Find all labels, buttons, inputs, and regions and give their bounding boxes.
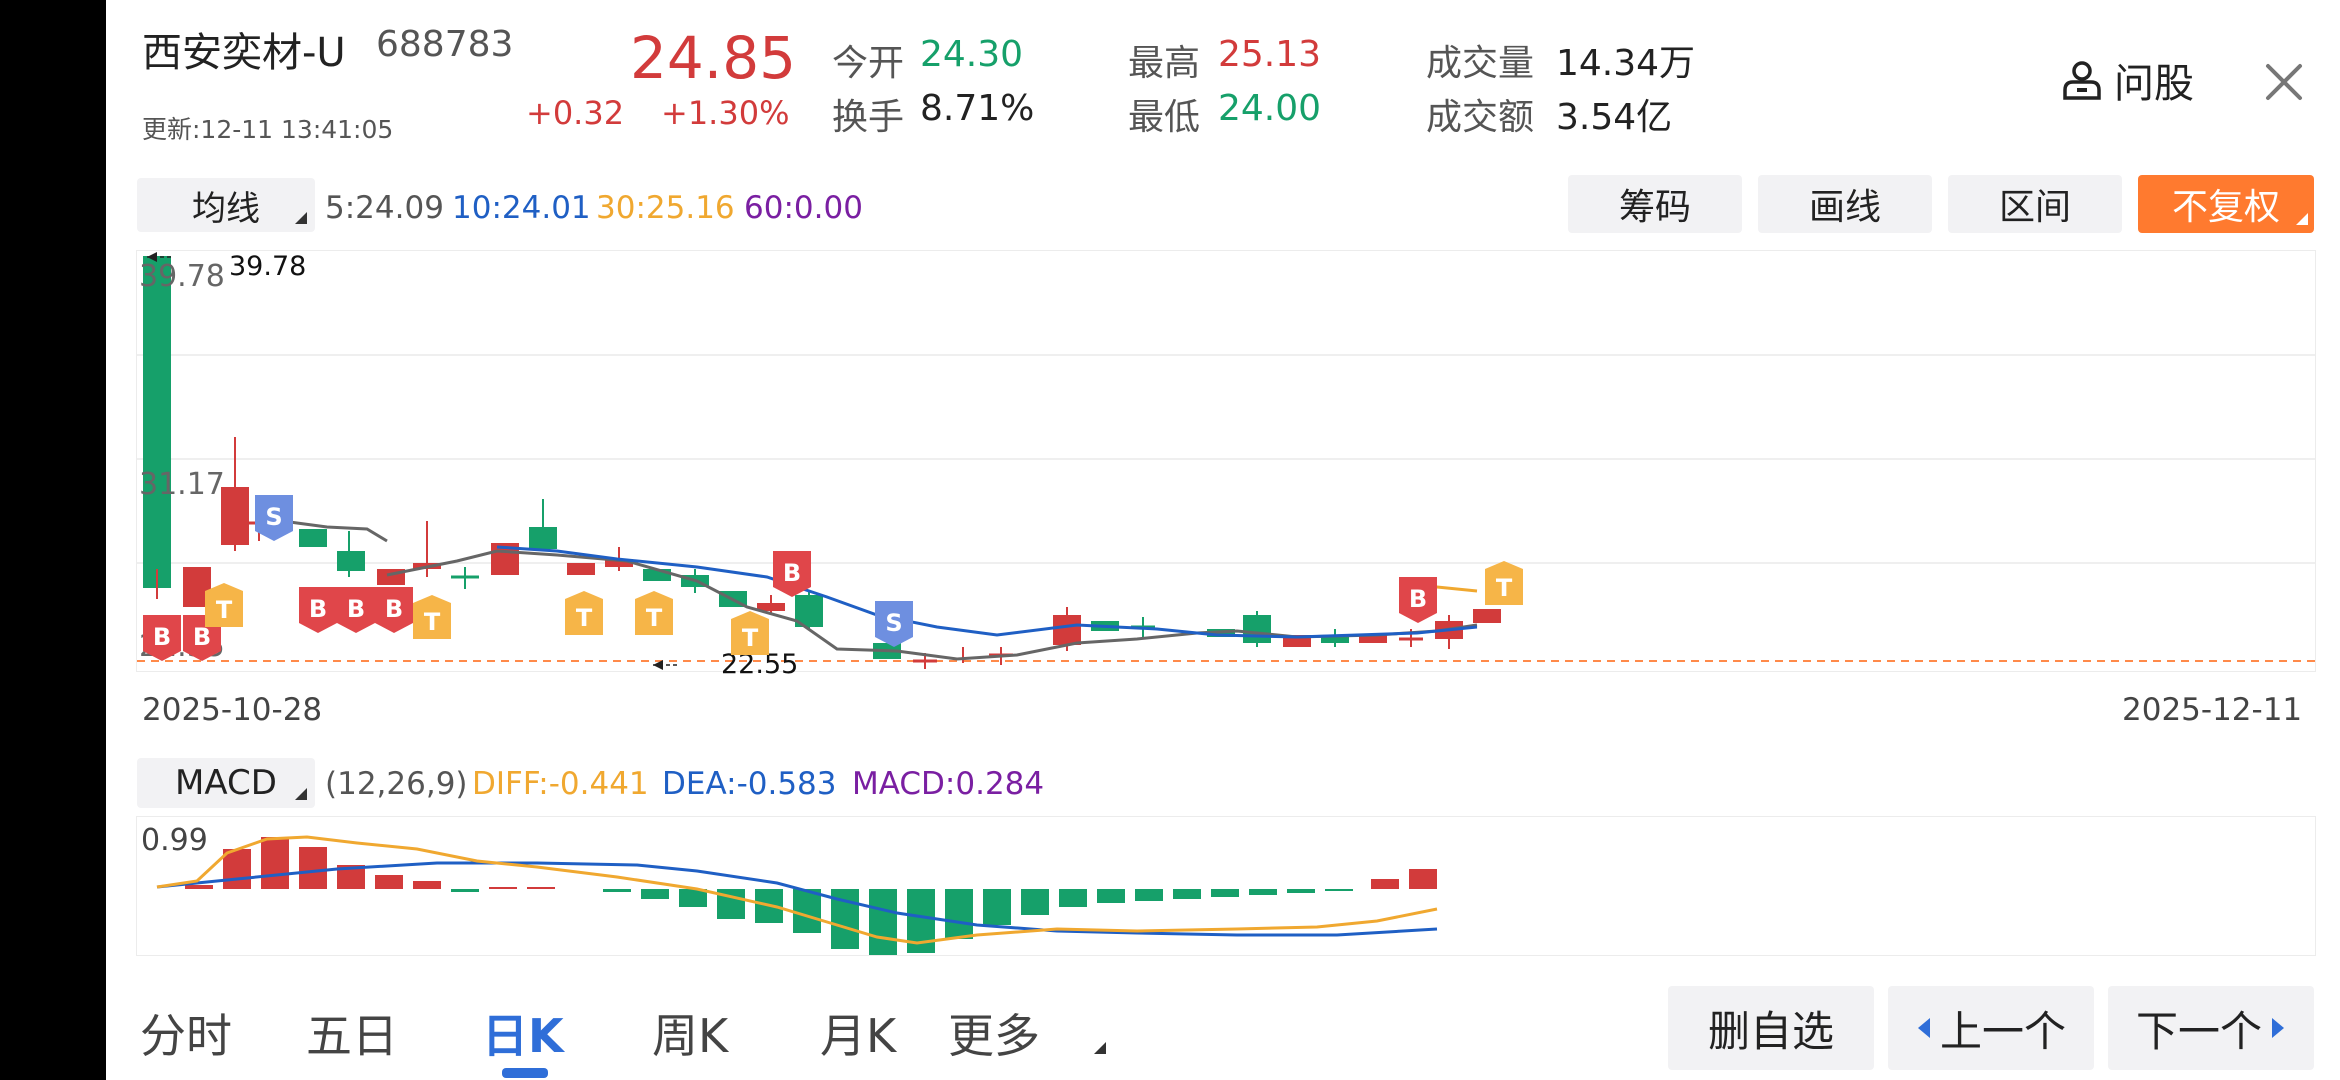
high-value: 25.13 [1218, 34, 1322, 75]
tab-intraday[interactable]: 分时 [140, 1000, 232, 1066]
macd-axis-top: 0.99 [141, 823, 208, 858]
kline-axis-top: 39.78 [139, 259, 225, 294]
adjust-selector[interactable]: 不复权 [2138, 175, 2314, 233]
svg-text:B: B [309, 595, 327, 623]
turnover-label: 换手 [832, 97, 905, 138]
caret-left-icon [1917, 1018, 1930, 1038]
draw-line-button[interactable]: 画线 [1758, 175, 1932, 233]
delete-watchlist-button[interactable]: 删自选 [1668, 986, 1874, 1070]
prev-stock-label: 上一个 [1939, 1006, 2066, 1056]
price-change-pct: +1.30% [661, 94, 790, 132]
trade-marker-b[interactable]: B [143, 615, 181, 661]
stock-code: 688783 [376, 24, 514, 65]
trade-marker-t[interactable]: T [205, 583, 243, 629]
svg-text:B: B [783, 559, 801, 587]
chips-button[interactable]: 筹码 [1568, 175, 1742, 233]
svg-text:T: T [742, 624, 759, 652]
svg-text:T: T [1496, 574, 1513, 602]
svg-text:T: T [576, 604, 593, 632]
active-tab-indicator [502, 1068, 548, 1078]
dropdown-corner-icon [295, 788, 307, 800]
macd-canvas [156, 835, 1438, 955]
macd-bars [185, 837, 1437, 955]
dropdown-corner-icon [1094, 1042, 1106, 1054]
dropdown-corner-icon [2296, 213, 2308, 225]
trade-marker-t[interactable]: T [1485, 561, 1523, 607]
range-button[interactable]: 区间 [1948, 175, 2122, 233]
adjust-selector-label: 不复权 [2171, 187, 2280, 228]
trade-marker-b[interactable]: B [375, 587, 413, 633]
kline-axis-mid: 31.17 [139, 467, 225, 502]
svg-text:T: T [424, 608, 441, 636]
update-time: 更新:12-11 13:41:05 [142, 115, 394, 144]
stock-detail-screen: 西安奕材-U 688783 更新:12-11 13:41:05 24.85 +0… [106, 0, 2340, 1080]
ma30-value: 30:25.16 [596, 190, 735, 226]
macd-params: (12,26,9) [325, 766, 468, 802]
high-label: 最高 [1128, 43, 1201, 84]
ma60-value: 60:0.00 [744, 190, 863, 226]
trade-marker-t[interactable]: T [731, 611, 769, 657]
trade-marker-b[interactable]: B [773, 551, 811, 597]
ma-selector[interactable]: 均线 [137, 178, 315, 232]
volume-label: 成交量 [1426, 43, 1535, 84]
trade-marker-b[interactable]: B [299, 587, 337, 633]
tab-more[interactable]: 更多 [948, 1000, 1106, 1066]
dropdown-corner-icon [295, 212, 307, 224]
svg-text:T: T [216, 596, 233, 624]
tab-daily-k[interactable]: 日K [482, 1000, 564, 1066]
svg-text:B: B [1409, 585, 1427, 613]
ma5-line [386, 549, 1478, 661]
low-value: 24.00 [1218, 88, 1322, 129]
next-stock-label: 下一个 [2135, 1006, 2262, 1056]
turnover-value: 8.71% [920, 88, 1035, 129]
trade-marker-s[interactable]: S [875, 601, 913, 647]
low-label: 最低 [1128, 97, 1201, 138]
prev-stock-button[interactable]: 上一个 [1888, 986, 2094, 1070]
svg-text:S: S [265, 503, 282, 531]
macd-selector[interactable]: MACD [137, 758, 315, 808]
kline-start-date: 2025-10-28 [142, 692, 323, 728]
trade-marker-t[interactable]: T [565, 591, 603, 637]
macd-dea: DEA:-0.583 [662, 766, 837, 802]
trade-marker-b[interactable]: B [337, 587, 375, 633]
ma5-value: 5:24.09 [325, 190, 444, 226]
macd-selector-label: MACD [175, 763, 277, 803]
trade-marker-s[interactable]: S [255, 495, 293, 541]
trade-marker-t[interactable]: T [635, 591, 673, 637]
tab-weekly-k[interactable]: 周K [652, 1000, 728, 1066]
amount-label: 成交额 [1426, 97, 1535, 138]
price-change: +0.32 [526, 94, 625, 132]
person-icon [2063, 61, 2101, 100]
close-icon[interactable] [2262, 60, 2306, 104]
kline-high-label: 39.78 [229, 251, 307, 282]
svg-text:B: B [153, 623, 171, 651]
open-value: 24.30 [920, 34, 1024, 75]
ask-stock-button[interactable]: 问股 [2060, 56, 2194, 107]
current-price: 24.85 [630, 24, 797, 92]
volume-value: 14.34万 [1556, 43, 1696, 84]
tab-more-label: 更多 [948, 1009, 1040, 1063]
ask-stock-label: 问股 [2114, 61, 2194, 107]
kline-canvas [137, 252, 2315, 670]
kline-end-date: 2025-12-11 [2122, 692, 2303, 728]
macd-diff: DIFF:-0.441 [472, 766, 649, 802]
macd-value: MACD:0.284 [852, 766, 1045, 802]
svg-text:B: B [347, 595, 365, 623]
ma10-value: 10:24.01 [452, 190, 591, 226]
svg-text:T: T [646, 604, 663, 632]
trade-marker-b[interactable]: B [1399, 577, 1437, 623]
stock-name: 西安奕材-U [142, 30, 346, 76]
svg-text:S: S [885, 609, 902, 637]
svg-text:B: B [385, 595, 403, 623]
tab-five-day[interactable]: 五日 [306, 1000, 398, 1066]
tab-monthly-k[interactable]: 月K [820, 1000, 896, 1066]
macd-chart[interactable]: 0.99 [136, 816, 2316, 956]
next-stock-button[interactable]: 下一个 [2108, 986, 2314, 1070]
ma-selector-label: 均线 [192, 188, 260, 229]
trade-marker-t[interactable]: T [413, 595, 451, 641]
open-label: 今开 [832, 43, 905, 84]
amount-value: 3.54亿 [1556, 97, 1673, 138]
caret-right-icon [2272, 1018, 2284, 1038]
kline-chart[interactable]: 39.78 39.78 31.17 22.55 22.55 BBTSBBBTTT… [136, 250, 2316, 680]
